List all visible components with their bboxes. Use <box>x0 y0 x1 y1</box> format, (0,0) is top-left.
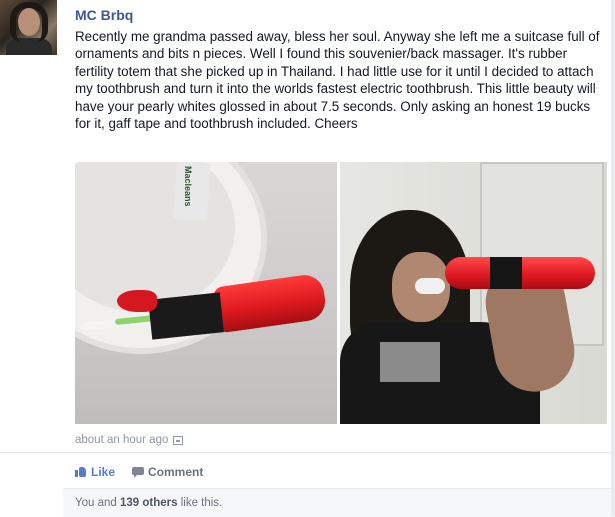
thumbs-up-icon <box>75 466 87 478</box>
author-name[interactable]: MC Brbq <box>75 7 133 23</box>
likes-prefix: You and <box>75 497 120 509</box>
photo-icon <box>173 435 184 445</box>
likes-text: You and 139 others like this. <box>75 497 222 509</box>
comment-icon <box>132 466 144 478</box>
toothbrush-tape <box>490 257 522 289</box>
like-label: Like <box>91 465 116 479</box>
photo-toothbrush-sink[interactable]: Macleans <box>75 162 337 424</box>
gaff-tape <box>148 292 224 340</box>
toothpaste-foam <box>415 278 445 294</box>
post-text: Recently me grandma passed away, bless h… <box>75 29 600 132</box>
red-totem-tip <box>117 290 157 312</box>
likes-suffix: like this. <box>177 497 223 509</box>
like-button[interactable]: Like <box>75 465 115 479</box>
shirt-print <box>380 342 440 382</box>
likes-summary: You and 139 others like this. <box>63 488 615 517</box>
post-actions: Like Comment <box>0 452 615 489</box>
photo-man-brushing[interactable] <box>340 162 607 424</box>
comment-label: Comment <box>148 465 204 479</box>
author-avatar[interactable] <box>0 0 57 55</box>
avatar-face <box>18 8 40 36</box>
likes-count-link[interactable]: 139 others <box>120 497 178 509</box>
timestamp-link[interactable]: about an hour ago <box>75 434 168 446</box>
toothpaste-label: Macleans <box>183 166 193 207</box>
right-border <box>611 0 615 516</box>
facebook-post: MC Brbq Recently me grandma passed away,… <box>0 0 615 517</box>
comment-button[interactable]: Comment <box>132 465 203 479</box>
post-timestamp-row: about an hour ago <box>75 434 184 446</box>
